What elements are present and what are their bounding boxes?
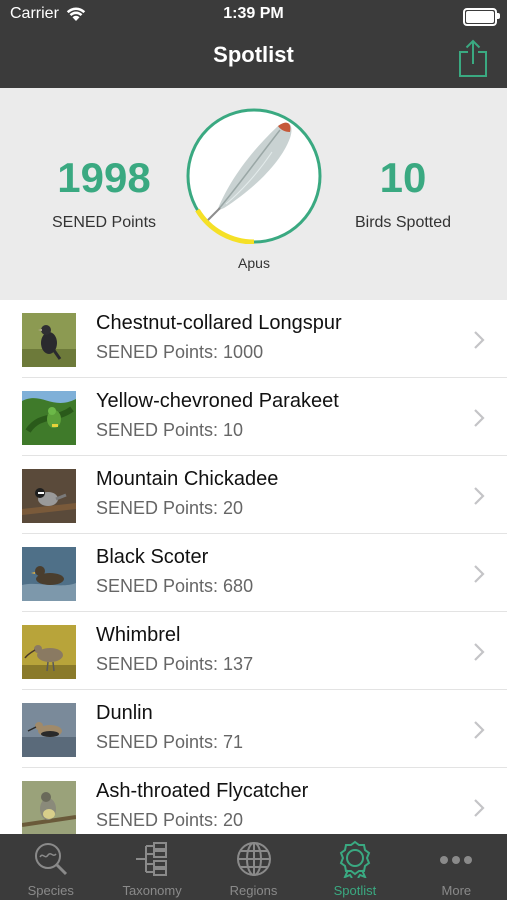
tab-species[interactable]: Species: [0, 834, 101, 900]
top-bar: Carrier 1:39 PM Spotlist: [0, 0, 507, 88]
status-time: 1:39 PM: [223, 5, 284, 22]
tab-label: Regions: [229, 883, 278, 898]
birds-value: 10: [379, 154, 427, 201]
award-icon: [339, 840, 371, 878]
list-item[interactable]: Mountain Chickadee SENED Points: 20: [0, 456, 507, 534]
bird-points: SENED Points: 680: [96, 576, 254, 596]
spotlist-summary: 1998 SENED Points Apus 10 Birds Spotted: [0, 88, 507, 300]
avatar-name: Apus: [238, 255, 270, 271]
bird-points: SENED Points: 20: [96, 810, 244, 830]
bird-points: SENED Points: 137: [96, 654, 254, 674]
list-item[interactable]: Black Scoter SENED Points: 680: [0, 534, 507, 612]
tab-regions[interactable]: Regions: [203, 834, 304, 900]
chevron-right-icon: [474, 799, 485, 817]
spotlist-list[interactable]: Chestnut-collared Longspur SENED Points:…: [0, 300, 507, 834]
birds-label: Birds Spotted: [354, 214, 452, 231]
list-item[interactable]: Chestnut-collared Longspur SENED Points:…: [0, 300, 507, 378]
bird-name: Black Scoter: [96, 546, 209, 568]
list-item[interactable]: Ash-throated Flycatcher SENED Points: 20: [0, 768, 507, 834]
bird-points: SENED Points: 20: [96, 498, 244, 518]
chevron-right-icon: [474, 643, 485, 661]
app-screen: Carrier 1:39 PM Spotlist 1998 SENED Poin…: [0, 0, 507, 900]
status-bar: Carrier 1:39 PM: [0, 0, 507, 30]
bird-points: SENED Points: 10: [96, 420, 244, 440]
page-title: Spotlist: [213, 42, 294, 67]
bird-thumbnail: [22, 313, 76, 367]
list-item[interactable]: Whimbrel SENED Points: 137: [0, 612, 507, 690]
tab-label: More: [441, 883, 472, 898]
chevron-right-icon: [474, 721, 485, 739]
bird-thumbnail: [22, 469, 76, 523]
points-stat: 1998 SENED Points: [24, 154, 184, 232]
tab-spotlist[interactable]: Spotlist: [304, 834, 405, 900]
list-item[interactable]: Dunlin SENED Points: 71: [0, 690, 507, 768]
bird-thumbnail: [22, 547, 76, 601]
bird-name: Dunlin: [96, 702, 153, 724]
more-icon: [440, 856, 473, 864]
bird-points: SENED Points: 1000: [96, 342, 264, 362]
share-icon: [459, 39, 487, 77]
tab-taxonomy[interactable]: Taxonomy: [101, 834, 202, 900]
bird-name: Ash-throated Flycatcher: [96, 780, 309, 802]
bird-points: SENED Points: 71: [96, 732, 244, 752]
bird-thumbnail: [22, 781, 76, 834]
tree-icon: [136, 842, 168, 876]
tab-more[interactable]: More: [406, 834, 507, 900]
tab-label: Spotlist: [333, 883, 377, 898]
bird-thumbnail: [22, 625, 76, 679]
bird-name: Whimbrel: [96, 624, 181, 646]
points-value: 1998: [57, 154, 151, 201]
chevron-right-icon: [474, 565, 485, 583]
tab-label: Species: [27, 883, 74, 898]
chevron-right-icon: [474, 409, 485, 427]
points-label: SENED Points: [51, 214, 157, 231]
bird-name: Mountain Chickadee: [96, 468, 279, 490]
list-item[interactable]: Yellow-chevroned Parakeet SENED Points: …: [0, 378, 507, 456]
birds-stat: 10 Birds Spotted: [323, 154, 483, 232]
bird-thumbnail: [22, 703, 76, 757]
tab-label: Taxonomy: [122, 883, 182, 898]
bird-name: Chestnut-collared Longspur: [96, 312, 342, 334]
chevron-right-icon: [474, 331, 485, 349]
bird-thumbnail: [22, 391, 76, 445]
bird-name: Yellow-chevroned Parakeet: [96, 390, 339, 412]
globe-icon: [236, 842, 271, 876]
search-icon: [34, 843, 67, 876]
tab-bar: Species Taxonomy Regions Spotlist More: [0, 834, 507, 900]
chevron-right-icon: [474, 487, 485, 505]
battery-icon: [463, 8, 500, 26]
profile-avatar[interactable]: [186, 108, 322, 244]
share-button[interactable]: [457, 38, 489, 78]
